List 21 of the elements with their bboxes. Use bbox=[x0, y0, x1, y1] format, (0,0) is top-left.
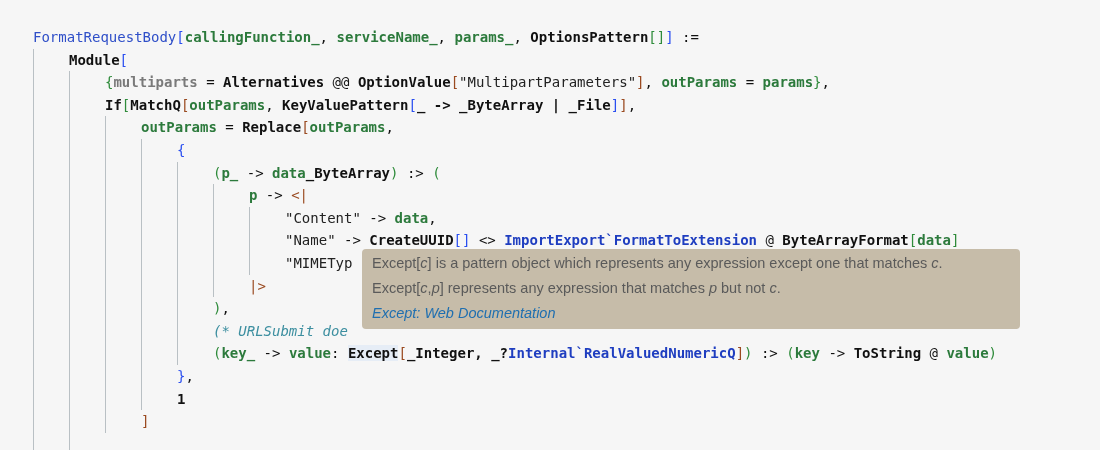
code-line: ), bbox=[213, 299, 230, 319]
code-line: }, bbox=[177, 366, 194, 386]
code-line: ] bbox=[141, 412, 150, 432]
code-line: 1 bbox=[177, 389, 186, 409]
code-line: "Name" -> CreateUUID[] <> ImportExport`FormatToExtension @ ByteArrayFormat[data] bbox=[285, 231, 960, 251]
code-line: (key_ -> value: Except[_Integer, _?Internal`RealValuedNumericQ]) :> (key -> ToString @ value) bbox=[213, 344, 997, 364]
code-line: { bbox=[177, 140, 186, 160]
code-line: If[MatchQ[outParams, KeyValuePattern[_ -> _ByteArray | _File]], bbox=[105, 95, 637, 116]
code-line: "MIMETyp bbox=[285, 253, 353, 273]
code-line: (* URLSubmit doe bbox=[213, 321, 348, 341]
tooltip-text: Except[c,p] represents any expression that matches p but not c. bbox=[372, 280, 782, 296]
code-line: {multiparts = Alternatives @@ OptionValue["MultipartParameters"], outParams = params}, bbox=[105, 73, 830, 93]
code-line: outParams = Replace[outParams, bbox=[141, 118, 394, 138]
code-line: "Content" -> data, bbox=[285, 208, 437, 228]
code-line: Module[ bbox=[69, 50, 128, 70]
documentation-link[interactable]: Except: Web Documentation bbox=[372, 305, 1010, 321]
code-line: FormatRequestBody[callingFunction_, serviceName_, params_, OptionsPattern[]] := bbox=[33, 28, 699, 48]
code-line: (p_ -> data_ByteArray) :> ( bbox=[213, 163, 441, 184]
code-line: |> bbox=[249, 276, 266, 297]
code-line: p -> <| bbox=[249, 186, 308, 206]
tooltip-text: Except[c] is a pattern object which represents any expression except one that matches c. bbox=[372, 255, 944, 271]
